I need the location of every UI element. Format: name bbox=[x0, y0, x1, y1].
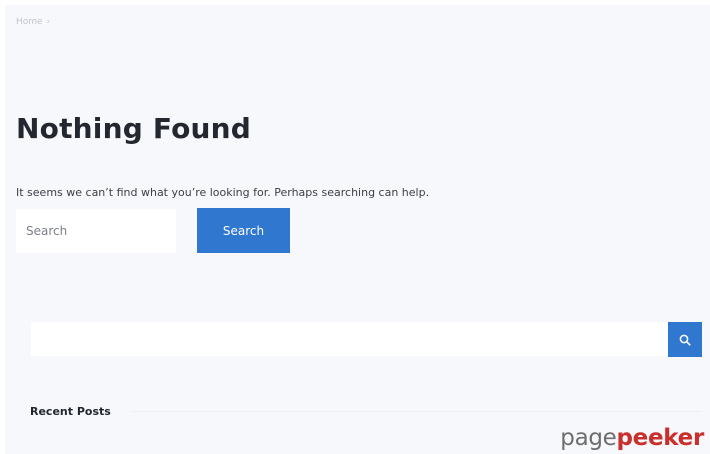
search-input[interactable] bbox=[16, 208, 176, 253]
page-title: Nothing Found bbox=[16, 112, 252, 145]
breadcrumb: Home › bbox=[16, 17, 50, 27]
search-button[interactable]: Search bbox=[197, 208, 290, 253]
sidebar-search-button[interactable] bbox=[668, 322, 702, 357]
recent-posts-heading: Recent Posts bbox=[30, 405, 111, 418]
watermark-part-peeker: peeker bbox=[616, 425, 705, 451]
breadcrumb-separator: › bbox=[46, 17, 51, 27]
recent-posts-divider bbox=[132, 411, 702, 412]
search-icon bbox=[679, 334, 691, 346]
search-form: Search bbox=[16, 208, 290, 253]
sidebar-search-widget bbox=[31, 322, 702, 357]
pagepeeker-watermark: page peeker bbox=[560, 425, 704, 451]
page-content: Home › Nothing Found It seems we can’t f… bbox=[5, 5, 710, 454]
sidebar-search-input[interactable] bbox=[31, 322, 668, 356]
not-found-message: It seems we can’t find what you’re looki… bbox=[16, 186, 430, 199]
breadcrumb-home-link[interactable]: Home bbox=[16, 17, 43, 27]
watermark-part-page: page bbox=[560, 425, 617, 451]
